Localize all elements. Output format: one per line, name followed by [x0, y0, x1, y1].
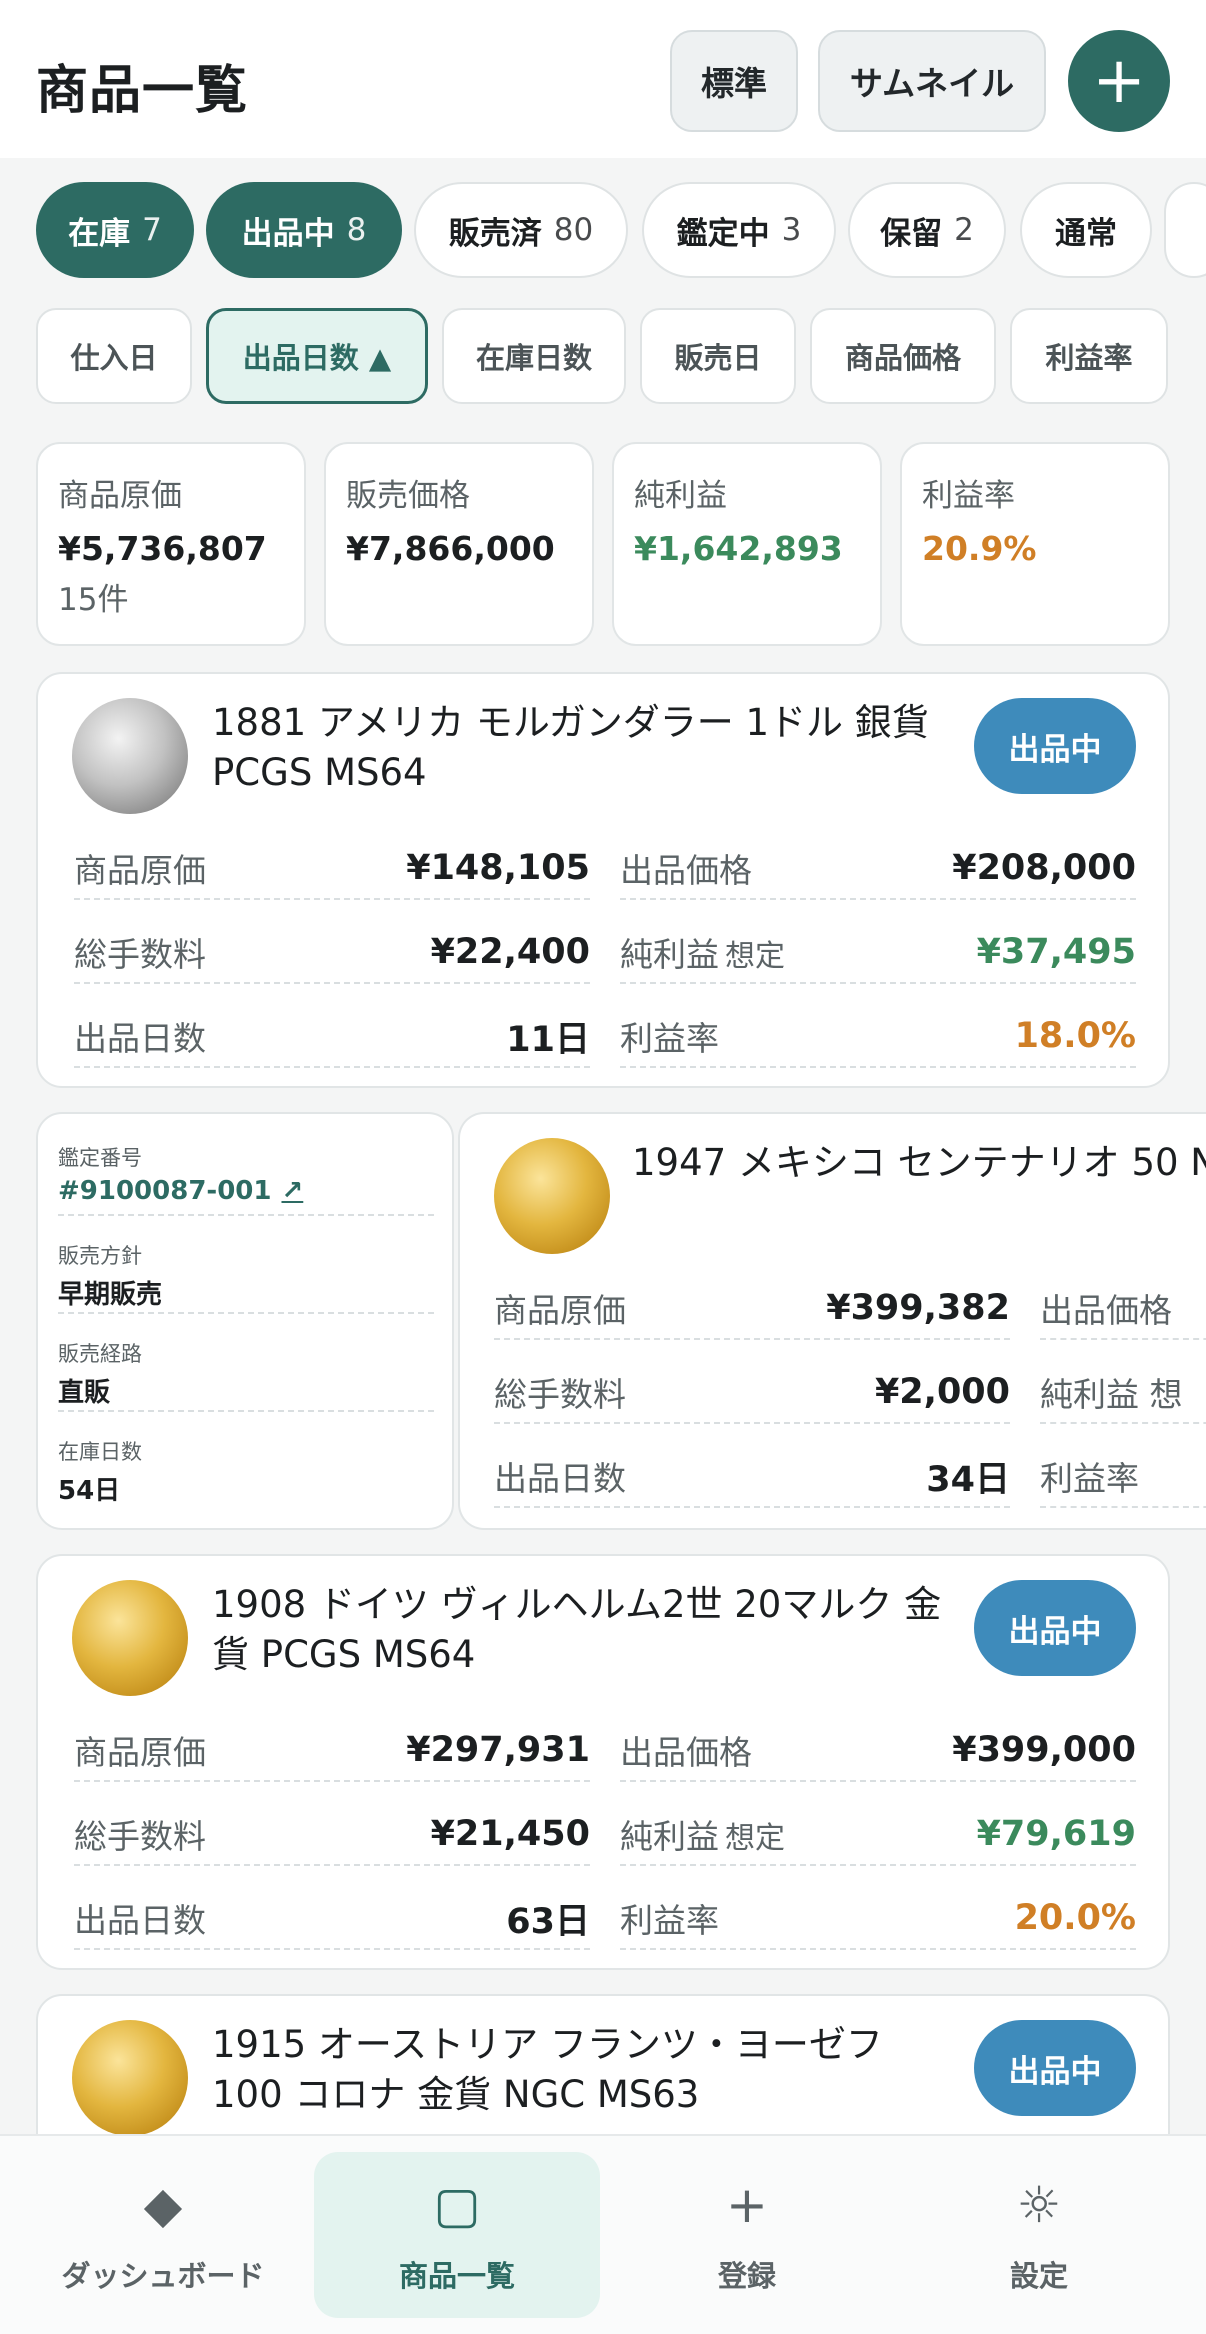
summary-sales: 販売価格 ¥7,866,000: [324, 442, 594, 646]
days-row: 出品日数 63日: [74, 1888, 590, 1950]
nav-dashboard[interactable]: ◆ ダッシュボード: [20, 2152, 306, 2318]
profit-row: 純利益 想定 ¥79,619: [620, 1804, 1136, 1866]
status-badge[interactable]: 出品中: [974, 2020, 1136, 2116]
fees-row: 総手数料 ¥21,450: [74, 1804, 590, 1866]
filter-chip-sold[interactable]: 販売済 80: [414, 182, 628, 278]
view-standard-button[interactable]: 標準: [670, 30, 798, 132]
status-badge[interactable]: 出品中: [974, 1580, 1136, 1676]
sort-price[interactable]: 商品価格: [810, 308, 996, 404]
days-row: 出品日数 34日: [494, 1446, 1010, 1508]
item-title: 1947 メキシコ センテナリオ 50 NGC MS65: [632, 1141, 1206, 1184]
fees-row: 総手数料 ¥2,000: [494, 1362, 1010, 1424]
fees-row: 総手数料 ¥22,400: [74, 922, 590, 984]
sort-listing-days[interactable]: 出品日数 ▲: [206, 308, 428, 404]
summary-cost: 商品原価 ¥5,736,807 15件: [36, 442, 306, 646]
item-title: 1881 アメリカ モルガンダラー 1ドル 銀貨 PCGS MS64: [212, 701, 929, 794]
profit-row: 純利益 想: [1040, 1362, 1206, 1424]
stock-days: 在庫日数 54日: [58, 1440, 142, 1506]
summary-rate: 利益率 20.9%: [900, 442, 1170, 646]
cost-row: 商品原価 ¥148,105: [74, 838, 590, 900]
item-title: 1908 ドイツ ヴィルヘルム2世 20マルク 金貨 PCGS MS64: [212, 1583, 942, 1676]
sort-purchase-date[interactable]: 仕入日: [36, 308, 192, 404]
add-item-button[interactable]: +: [1068, 30, 1170, 132]
rate-row: 利益率 18.0%: [620, 1006, 1136, 1068]
sort-sale-date[interactable]: 販売日: [640, 308, 796, 404]
coin-thumbnail: [72, 1580, 188, 1696]
sun-icon: ☼: [1016, 2176, 1062, 2234]
sales-policy: 販売方針 早期販売: [58, 1226, 434, 1314]
filter-chip-more[interactable]: [1164, 182, 1206, 278]
coin-thumbnail: [494, 1138, 610, 1254]
sort-profit-rate[interactable]: 利益率: [1010, 308, 1168, 404]
list-price-row: 出品価格 ¥208,000: [620, 838, 1136, 900]
list-price-row: 出品価格 ¥399,000: [620, 1720, 1136, 1782]
filter-chip-hold[interactable]: 保留 2: [848, 182, 1006, 278]
filter-chip-grading[interactable]: 鑑定中 3: [642, 182, 836, 278]
status-badge[interactable]: 出品中: [974, 698, 1136, 794]
filter-chip-normal[interactable]: 通常: [1020, 182, 1152, 278]
filter-chip-in-stock[interactable]: 在庫 7: [36, 182, 194, 278]
item-card[interactable]: 1908 ドイツ ヴィルヘルム2世 20マルク 金貨 PCGS MS64 出品中…: [36, 1554, 1170, 1970]
view-thumbnail-button[interactable]: サムネイル: [818, 30, 1046, 132]
app-header: 商品一覧 標準 サムネイル +: [0, 0, 1206, 158]
plus-icon: +: [1092, 44, 1146, 118]
days-row: 出品日数 11日: [74, 1006, 590, 1068]
item-card[interactable]: 1947 メキシコ センテナリオ 50 NGC MS65 商品原価¥399,38…: [458, 1112, 1206, 1530]
list-price-row: 出品価格: [1040, 1278, 1206, 1340]
plus-icon: +: [726, 2176, 768, 2234]
cert-number[interactable]: 鑑定番号 #9100087-001 ↗: [58, 1128, 434, 1216]
external-link-icon[interactable]: ↗: [281, 1176, 303, 1206]
cost-row: 商品原価 ¥297,931: [74, 1720, 590, 1782]
diamond-icon: ◆: [143, 2176, 183, 2234]
rate-row: 利益率 20.0%: [620, 1888, 1136, 1950]
bottom-nav: ◆ ダッシュボード ▢ 商品一覧 + 登録 ☼ 設定: [0, 2134, 1206, 2334]
coin-thumbnail: [72, 698, 188, 814]
sales-channel: 販売経路 直販: [58, 1324, 434, 1412]
nav-item-list[interactable]: ▢ 商品一覧: [314, 2152, 600, 2318]
nav-register[interactable]: + 登録: [604, 2152, 890, 2318]
item-title: 1915 オーストリア フランツ・ヨーゼフ 100 コロナ 金貨 NGC MS6…: [212, 2023, 883, 2116]
square-icon: ▢: [433, 2176, 481, 2234]
profit-row: 純利益 想定 ¥37,495: [620, 922, 1136, 984]
item-details-panel[interactable]: 鑑定番号 #9100087-001 ↗ 販売方針 早期販売 販売経路 直販 在庫日…: [36, 1112, 454, 1530]
coin-thumbnail: [72, 2020, 188, 2136]
nav-settings[interactable]: ☼ 設定: [896, 2152, 1182, 2318]
filter-chip-listed[interactable]: 出品中 8: [206, 182, 402, 278]
item-card[interactable]: 1881 アメリカ モルガンダラー 1ドル 銀貨 PCGS MS64 出品中 商…: [36, 672, 1170, 1088]
page-title: 商品一覧: [36, 61, 249, 121]
summary-profit: 純利益 ¥1,642,893: [612, 442, 882, 646]
rate-row: 利益率: [1040, 1446, 1206, 1508]
cost-row: 商品原価 ¥399,382: [494, 1278, 1010, 1340]
sort-stock-days[interactable]: 在庫日数: [442, 308, 626, 404]
